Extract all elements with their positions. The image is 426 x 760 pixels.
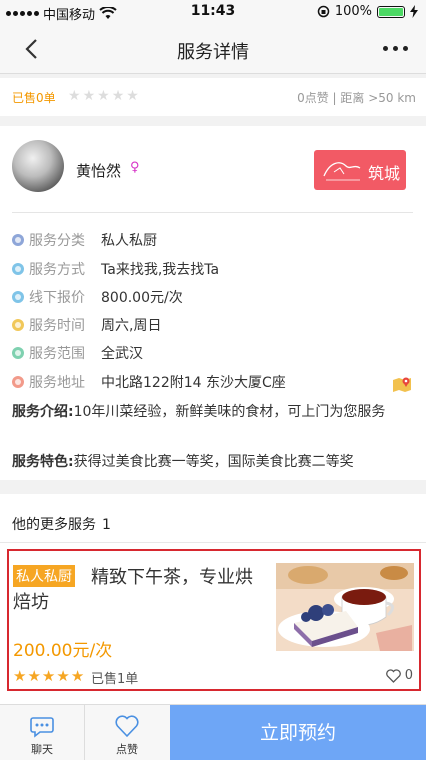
status-bar: 中国移动 11:43 100%: [0, 0, 426, 24]
info-row-time: 服务时间 周六,周日: [12, 313, 161, 337]
chat-label: 聊天: [31, 743, 53, 756]
likes-distance: 0点赞 | 距离 >50 km: [297, 91, 416, 105]
info-value: 中北路122附14 东沙大厦C座: [101, 375, 286, 391]
info-row-address: 服务地址 中北路122附14 东沙大厦C座: [12, 370, 286, 394]
book-now-button[interactable]: 立即预约: [170, 705, 426, 760]
sold-count: 已售0单: [12, 91, 56, 105]
chat-button[interactable]: 聊天: [0, 705, 84, 760]
range-icon: [12, 347, 24, 359]
info-label: 服务方式: [29, 262, 85, 278]
page-title: 服务详情: [177, 42, 249, 63]
more-services-title: 他的更多服务 1: [12, 514, 111, 534]
charging-icon: [410, 5, 418, 18]
category-icon: [12, 234, 24, 246]
info-value: 800.00元/次: [101, 290, 183, 306]
battery-icon: [377, 5, 405, 18]
status-right: 100%: [317, 4, 418, 19]
service-card-sold: 已售1单: [91, 672, 139, 687]
info-value: 周六,周日: [101, 318, 162, 334]
more-services-section: 他的更多服务 1 精致下午茶，专业烘焙坊 私人私厨 200.00元/次 ★ ★ ★ ★ ★…: [0, 494, 426, 704]
price-icon: [12, 291, 24, 303]
info-row-mode: 服务方式 Ta来找我,我去找Ta: [12, 257, 219, 281]
cake-tea-photo: [276, 563, 414, 651]
star-icon: ★: [13, 667, 27, 685]
divider: [12, 212, 413, 213]
address-icon: [12, 376, 24, 388]
info-row-price: 线下报价 800.00元/次: [12, 285, 183, 309]
divider: [0, 542, 426, 543]
like-count: 0: [404, 668, 413, 683]
nav-bar: 服务详情: [0, 24, 426, 74]
service-intro: 服务介绍:10年川菜经验，新鲜美味的食材，可上门为您服务: [12, 402, 412, 423]
brand-label: 筑城: [368, 164, 401, 183]
map-icon[interactable]: [392, 374, 412, 394]
info-label: 服务范围: [29, 346, 85, 362]
more-dot-icon: [382, 45, 388, 51]
info-label: 服务时间: [29, 318, 85, 334]
battery-fill: [379, 7, 403, 16]
avatar[interactable]: [12, 140, 64, 192]
like-label: 点赞: [116, 743, 138, 756]
more-dot-icon: [402, 45, 408, 51]
battery-percent: 100%: [334, 4, 372, 19]
brand-script-icon: [323, 162, 361, 181]
more-button[interactable]: [378, 38, 412, 58]
info-row-range: 服务范围 全武汉: [12, 341, 143, 365]
info-value: 全武汉: [101, 346, 143, 362]
brand-logo: 筑城: [314, 150, 406, 190]
info-label: 服务地址: [29, 375, 85, 391]
service-card-image: [276, 563, 414, 651]
star-icon: ★: [41, 667, 56, 685]
mode-icon: [12, 263, 24, 275]
orientation-lock-icon: [317, 5, 330, 18]
more-dot-icon: [392, 45, 398, 51]
service-card-rating: ★ ★ ★ ★ ★: [13, 667, 84, 685]
feature-label: 服务特色:: [12, 454, 74, 470]
female-icon: ♀: [130, 160, 140, 175]
service-info-card: 黄怡然 ♀ 筑城 服务分类 私人私厨 服务方式 Ta来找我,我去找Ta 线下报价…: [0, 126, 426, 480]
star-icon: ★: [97, 88, 110, 104]
chat-icon: [30, 717, 54, 738]
star-icon: ★: [27, 667, 41, 685]
info-value: Ta来找我,我去找Ta: [101, 262, 220, 278]
service-feature: 服务特色:获得过美食比赛一等奖，国际美食比赛二等奖: [12, 452, 412, 473]
rating-stars: ★ ★ ★ ★ ★: [68, 88, 139, 104]
heart-icon: [385, 668, 401, 683]
info-value: 私人私厨: [101, 233, 157, 249]
info-label: 线下报价: [29, 290, 85, 306]
star-icon: ★: [111, 88, 125, 104]
star-icon: ★: [70, 667, 85, 685]
service-card-like[interactable]: 0: [385, 668, 413, 683]
bottom-bar: 聊天 点赞 立即预约: [0, 704, 426, 760]
feature-text: 获得过美食比赛一等奖，国际美食比赛二等奖: [73, 454, 354, 470]
service-card-price: 200.00元/次: [13, 641, 113, 661]
like-button[interactable]: 点赞: [85, 705, 169, 760]
time-icon: [12, 319, 24, 331]
star-icon: ★: [126, 88, 139, 104]
info-row-category: 服务分类 私人私厨: [12, 228, 157, 252]
star-icon: ★: [56, 667, 70, 685]
service-category-tag: 私人私厨: [13, 565, 75, 587]
intro-text: 10年川菜经验，新鲜美味的食材，可上门为您服务: [73, 404, 386, 420]
heart-icon: [115, 715, 139, 738]
stats-bar: 已售0单 ★ ★ ★ ★ ★ 0点赞 | 距离 >50 km: [0, 78, 426, 116]
info-label: 服务分类: [29, 233, 85, 249]
star-icon: ★: [82, 88, 96, 104]
intro-label: 服务介绍:: [12, 404, 74, 420]
more-services-count: 1: [102, 517, 111, 533]
more-services-label: 他的更多服务: [12, 517, 96, 533]
provider-name[interactable]: 黄怡然: [76, 160, 121, 181]
service-card[interactable]: 精致下午茶，专业烘焙坊 私人私厨 200.00元/次 ★ ★ ★ ★ ★ 已售1单: [7, 549, 421, 691]
star-icon: ★: [68, 88, 81, 104]
